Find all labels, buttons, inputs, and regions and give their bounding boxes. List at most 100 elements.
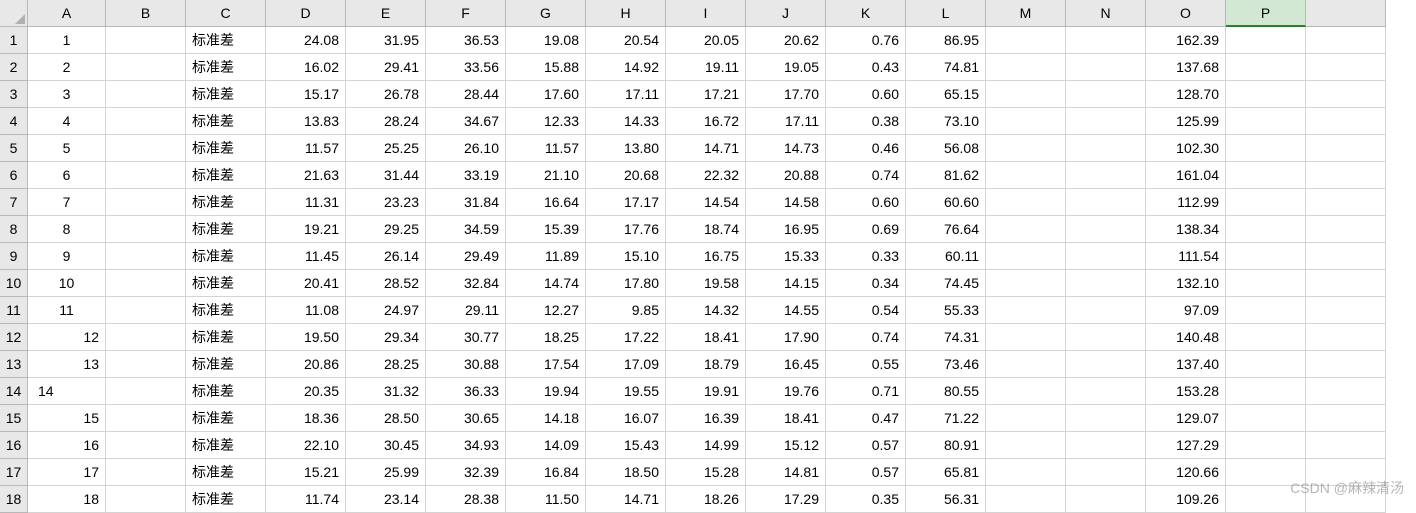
cell-L15[interactable]: 71.22 <box>906 405 986 432</box>
cell-I5[interactable]: 14.71 <box>666 135 746 162</box>
cell-J11[interactable]: 14.55 <box>746 297 826 324</box>
cell-K18[interactable]: 0.35 <box>826 486 906 513</box>
row-header-17[interactable]: 17 <box>0 459 28 486</box>
row-header-8[interactable]: 8 <box>0 216 28 243</box>
cell-A12[interactable]: 12 <box>28 324 106 351</box>
cell-O5[interactable]: 102.30 <box>1146 135 1226 162</box>
row-header-6[interactable]: 6 <box>0 162 28 189</box>
column-header-J[interactable]: J <box>746 0 826 27</box>
cell-M10[interactable] <box>986 270 1066 297</box>
cell-N8[interactable] <box>1066 216 1146 243</box>
cell-H18[interactable]: 14.71 <box>586 486 666 513</box>
cell-A11[interactable]: 11 <box>28 297 106 324</box>
cell-M17[interactable] <box>986 459 1066 486</box>
cell-M12[interactable] <box>986 324 1066 351</box>
cell-P18[interactable] <box>1226 486 1306 513</box>
cell-D13[interactable]: 20.86 <box>266 351 346 378</box>
cell-L18[interactable]: 56.31 <box>906 486 986 513</box>
cell-A9[interactable]: 9 <box>28 243 106 270</box>
cell-E1[interactable]: 31.95 <box>346 27 426 54</box>
cell-H4[interactable]: 14.33 <box>586 108 666 135</box>
cell-D6[interactable]: 21.63 <box>266 162 346 189</box>
cell-A17[interactable]: 17 <box>28 459 106 486</box>
cell-P6[interactable] <box>1226 162 1306 189</box>
cell-F11[interactable]: 29.11 <box>426 297 506 324</box>
row-header-12[interactable]: 12 <box>0 324 28 351</box>
cell-C18[interactable]: 标准差 <box>186 486 266 513</box>
cell-P10[interactable] <box>1226 270 1306 297</box>
cell-D12[interactable]: 19.50 <box>266 324 346 351</box>
column-header-overflow[interactable] <box>1306 0 1386 27</box>
cell-M5[interactable] <box>986 135 1066 162</box>
cell-J15[interactable]: 18.41 <box>746 405 826 432</box>
cell-B17[interactable] <box>106 459 186 486</box>
cell-J7[interactable]: 14.58 <box>746 189 826 216</box>
cell-H12[interactable]: 17.22 <box>586 324 666 351</box>
cell-J6[interactable]: 20.88 <box>746 162 826 189</box>
cell-C17[interactable]: 标准差 <box>186 459 266 486</box>
cell-A13[interactable]: 13 <box>28 351 106 378</box>
cell-M14[interactable] <box>986 378 1066 405</box>
cell-B9[interactable] <box>106 243 186 270</box>
column-header-B[interactable]: B <box>106 0 186 27</box>
cell-D9[interactable]: 11.45 <box>266 243 346 270</box>
column-header-F[interactable]: F <box>426 0 506 27</box>
cell-N9[interactable] <box>1066 243 1146 270</box>
cell-G15[interactable]: 14.18 <box>506 405 586 432</box>
cell-C10[interactable]: 标准差 <box>186 270 266 297</box>
cell-O1[interactable]: 162.39 <box>1146 27 1226 54</box>
cell-C16[interactable]: 标准差 <box>186 432 266 459</box>
cell-A8[interactable]: 8 <box>28 216 106 243</box>
column-header-K[interactable]: K <box>826 0 906 27</box>
cell-M16[interactable] <box>986 432 1066 459</box>
cell-G3[interactable]: 17.60 <box>506 81 586 108</box>
cell-J5[interactable]: 14.73 <box>746 135 826 162</box>
cell-K8[interactable]: 0.69 <box>826 216 906 243</box>
cell-B11[interactable] <box>106 297 186 324</box>
cell-D10[interactable]: 20.41 <box>266 270 346 297</box>
cell-F13[interactable]: 30.88 <box>426 351 506 378</box>
cell-A5[interactable]: 5 <box>28 135 106 162</box>
cell-H13[interactable]: 17.09 <box>586 351 666 378</box>
cell-H17[interactable]: 18.50 <box>586 459 666 486</box>
cell-G13[interactable]: 17.54 <box>506 351 586 378</box>
cell-I9[interactable]: 16.75 <box>666 243 746 270</box>
cell-H10[interactable]: 17.80 <box>586 270 666 297</box>
cell-H3[interactable]: 17.11 <box>586 81 666 108</box>
cell-overflow-5[interactable] <box>1306 135 1386 162</box>
cell-O10[interactable]: 132.10 <box>1146 270 1226 297</box>
cell-G18[interactable]: 11.50 <box>506 486 586 513</box>
cell-I17[interactable]: 15.28 <box>666 459 746 486</box>
cell-O18[interactable]: 109.26 <box>1146 486 1226 513</box>
cell-F5[interactable]: 26.10 <box>426 135 506 162</box>
cell-I18[interactable]: 18.26 <box>666 486 746 513</box>
cell-P7[interactable] <box>1226 189 1306 216</box>
cell-I7[interactable]: 14.54 <box>666 189 746 216</box>
column-header-G[interactable]: G <box>506 0 586 27</box>
cell-A4[interactable]: 4 <box>28 108 106 135</box>
cell-H6[interactable]: 20.68 <box>586 162 666 189</box>
cell-overflow-10[interactable] <box>1306 270 1386 297</box>
cell-O2[interactable]: 137.68 <box>1146 54 1226 81</box>
cell-E16[interactable]: 30.45 <box>346 432 426 459</box>
cell-I3[interactable]: 17.21 <box>666 81 746 108</box>
cell-I4[interactable]: 16.72 <box>666 108 746 135</box>
cell-P2[interactable] <box>1226 54 1306 81</box>
cell-M6[interactable] <box>986 162 1066 189</box>
cell-C3[interactable]: 标准差 <box>186 81 266 108</box>
cell-I12[interactable]: 18.41 <box>666 324 746 351</box>
cell-L6[interactable]: 81.62 <box>906 162 986 189</box>
row-header-11[interactable]: 11 <box>0 297 28 324</box>
column-header-H[interactable]: H <box>586 0 666 27</box>
cell-M11[interactable] <box>986 297 1066 324</box>
cell-N13[interactable] <box>1066 351 1146 378</box>
cell-G16[interactable]: 14.09 <box>506 432 586 459</box>
cell-K17[interactable]: 0.57 <box>826 459 906 486</box>
cell-H14[interactable]: 19.55 <box>586 378 666 405</box>
cell-J18[interactable]: 17.29 <box>746 486 826 513</box>
cell-L7[interactable]: 60.60 <box>906 189 986 216</box>
row-header-16[interactable]: 16 <box>0 432 28 459</box>
cell-H7[interactable]: 17.17 <box>586 189 666 216</box>
cell-C4[interactable]: 标准差 <box>186 108 266 135</box>
cell-O8[interactable]: 138.34 <box>1146 216 1226 243</box>
